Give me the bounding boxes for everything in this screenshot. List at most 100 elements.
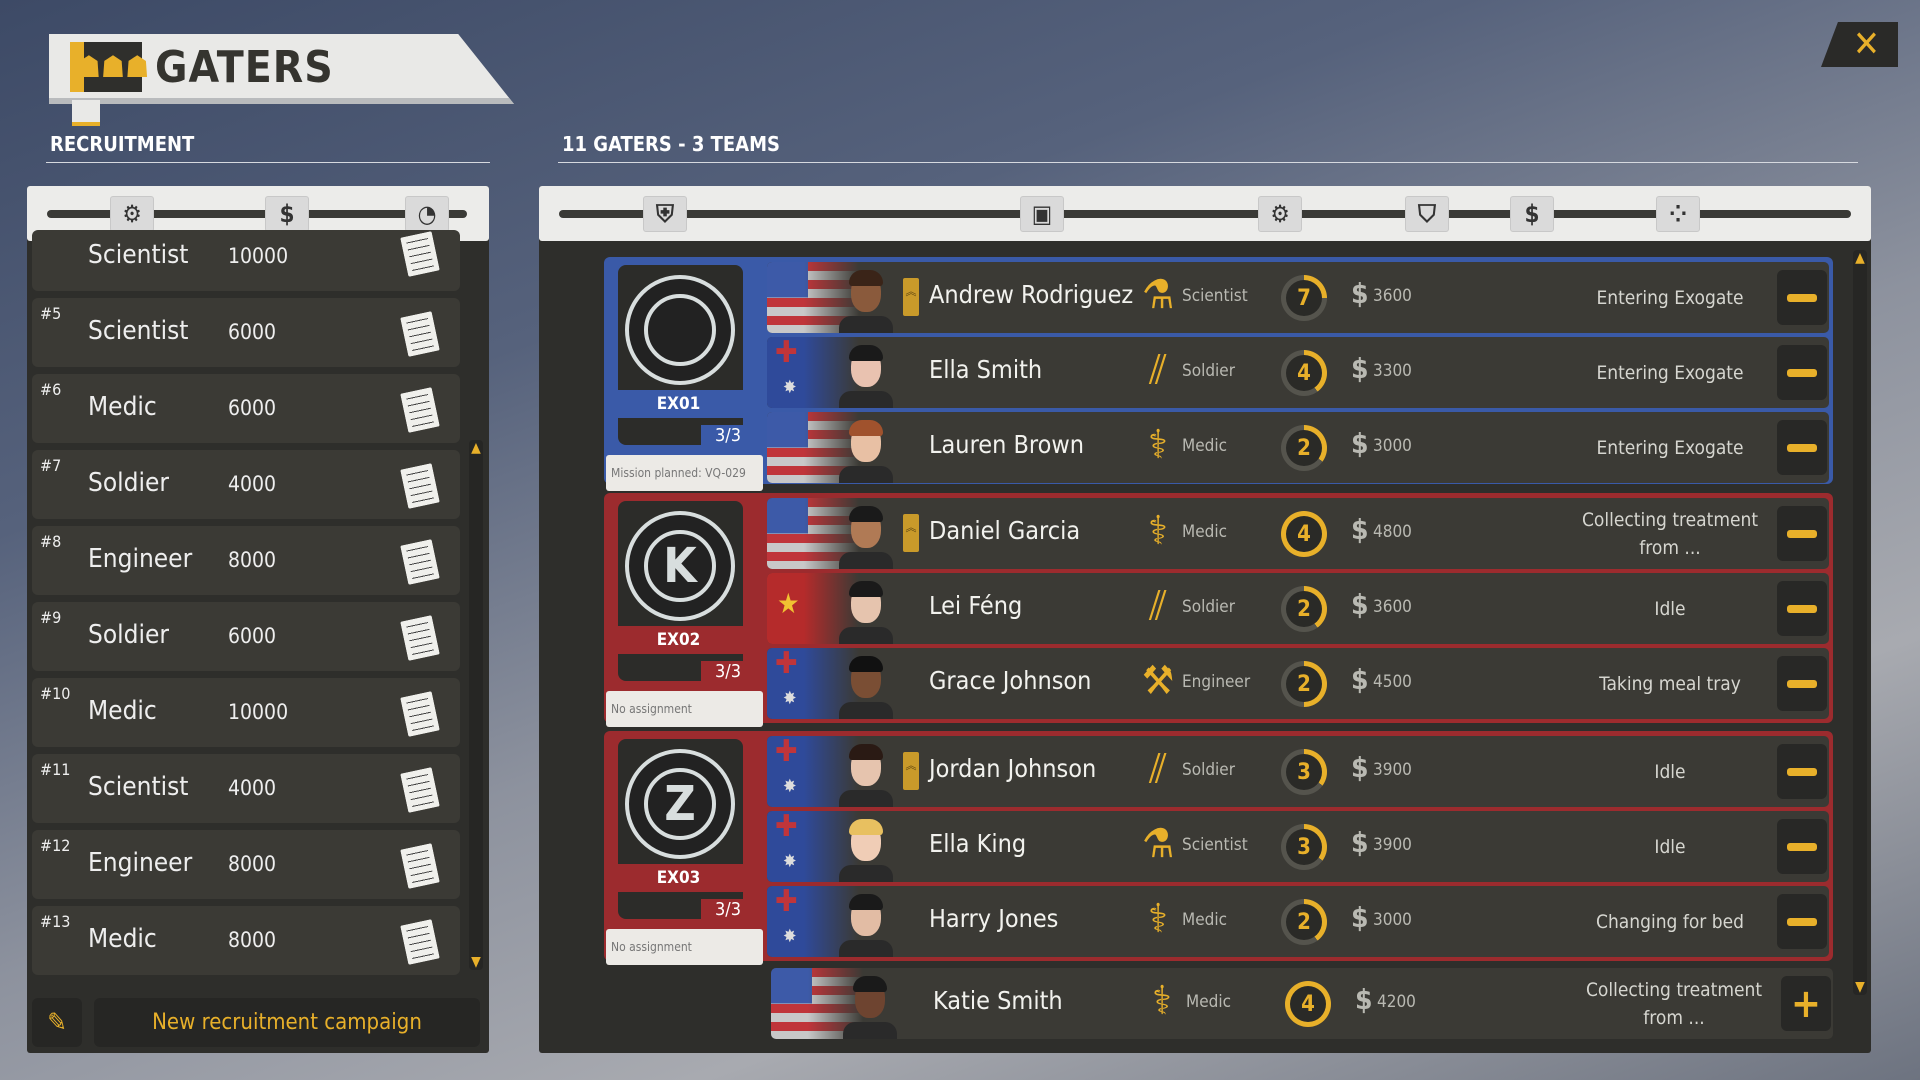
clear-button[interactable]: ✎ xyxy=(32,998,82,1047)
gater-row[interactable]: Lei Féng ⫽ Soldier 2 $3600 Idle xyxy=(767,573,1829,644)
contract-icon[interactable] xyxy=(400,463,440,509)
recruit-row[interactable]: #5 Scientist 6000 xyxy=(32,298,460,367)
contract-icon[interactable] xyxy=(400,691,440,737)
recruit-row[interactable]: #13 Medic 8000 xyxy=(32,906,460,975)
recruit-number: #12 xyxy=(40,836,71,855)
contract-icon[interactable] xyxy=(400,843,440,889)
dollar-icon: $ xyxy=(1351,427,1369,460)
gater-row[interactable]: Harry Jones ⚕ Medic 2 $3000 Changing for bed xyxy=(767,886,1829,957)
close-button[interactable]: ✕ xyxy=(1821,22,1898,67)
recruit-row[interactable]: #6 Medic 6000 xyxy=(32,374,460,443)
gater-name: Grace Johnson xyxy=(929,666,1092,695)
gater-row[interactable]: ︽ Daniel Garcia ⚕ Medic 4 $4800 Collecting tre… xyxy=(767,498,1829,569)
scroll-up-icon[interactable]: ▲ xyxy=(1853,250,1867,266)
recruit-row[interactable]: #8 Engineer 8000 xyxy=(32,526,460,595)
gater-status: Collecting treatment from ... xyxy=(1585,978,1763,1029)
remove-from-team-button[interactable] xyxy=(1777,506,1827,561)
team-emblem-icon xyxy=(625,275,735,385)
recruit-row[interactable]: #12 Engineer 8000 xyxy=(32,830,460,899)
gater-status: Entering Exogate xyxy=(1596,286,1744,309)
recruit-row[interactable]: #10 Medic 10000 xyxy=(32,678,460,747)
recruit-row[interactable]: #11 Scientist 4000 xyxy=(32,754,460,823)
avatar xyxy=(837,418,895,483)
status-icon[interactable]: ⁘ xyxy=(1656,196,1700,232)
team-group-ex03: Z EX03 3/3 No assignment ︽ Jordan Johnson ⫽ Sol… xyxy=(604,731,1833,965)
dollar-icon[interactable]: $ xyxy=(265,196,309,232)
gater-row[interactable]: Ella King ⚗ Scientist 3 $3900 Idle xyxy=(767,811,1829,882)
scroll-down-icon[interactable]: ▼ xyxy=(1853,979,1867,995)
avatar-hair xyxy=(849,506,883,522)
recruit-row[interactable]: Scientist 10000 xyxy=(32,230,460,291)
gater-row[interactable]: ︽ Jordan Johnson ⫽ Soldier 3 $3900 Idle xyxy=(767,736,1829,807)
remove-from-team-button[interactable] xyxy=(1777,744,1827,799)
level-ring: 4 xyxy=(1281,511,1327,557)
remove-from-team-button[interactable] xyxy=(1777,345,1827,400)
recruit-cost: 8000 xyxy=(228,928,277,952)
add-to-team-button[interactable]: + xyxy=(1781,976,1831,1031)
gear-icon[interactable]: ⚙ xyxy=(110,196,154,232)
medic-class-icon: ⚕ xyxy=(1148,422,1168,468)
salary-icon[interactable]: $ xyxy=(1510,196,1554,232)
gater-salary: 3900 xyxy=(1373,835,1412,855)
recruit-row[interactable]: #7 Soldier 4000 xyxy=(32,450,460,519)
portrait-icon[interactable]: ▣ xyxy=(1020,196,1064,232)
gater-salary: 3000 xyxy=(1373,910,1412,930)
remove-from-team-button[interactable] xyxy=(1777,894,1827,949)
dollar-icon: $ xyxy=(1351,352,1369,385)
shield-icon[interactable]: ⛉ xyxy=(1405,196,1449,232)
recruitment-scrollbar[interactable]: ▲ ▼ xyxy=(469,440,483,970)
gater-row[interactable]: Katie Smith ⚕ Medic 4 $4200 Collecting treatm… xyxy=(771,968,1833,1039)
team-badge[interactable]: K EX02 3/3 No assignment xyxy=(606,501,763,727)
gater-salary: 4200 xyxy=(1377,992,1416,1012)
recruit-row[interactable]: #9 Soldier 6000 xyxy=(32,602,460,671)
team-count: 3/3 xyxy=(701,425,755,447)
dollar-icon: $ xyxy=(1351,901,1369,934)
level-ring: 4 xyxy=(1281,350,1327,396)
gater-level: 2 xyxy=(1286,591,1322,627)
remove-from-team-button[interactable] xyxy=(1777,270,1827,325)
gater-level: 3 xyxy=(1286,754,1322,790)
gater-class: Medic xyxy=(1182,522,1227,542)
recruit-role: Medic xyxy=(88,696,157,726)
remove-from-team-button[interactable] xyxy=(1777,819,1827,874)
gater-row[interactable]: Ella Smith ⫽ Soldier 4 $3300 Entering Exogate xyxy=(767,337,1829,408)
recruit-role: Engineer xyxy=(88,544,193,574)
gear-icon[interactable]: ⚙ xyxy=(1258,196,1302,232)
team-count: 3/3 xyxy=(701,899,755,921)
avatar-body xyxy=(839,627,893,644)
contract-icon[interactable] xyxy=(400,539,440,585)
minus-icon xyxy=(1787,842,1817,851)
team-emblem-icon: K xyxy=(625,511,735,621)
timer-icon[interactable]: ◔ xyxy=(405,196,449,232)
brush-icon: ✎ xyxy=(47,1007,67,1038)
level-ring: 2 xyxy=(1281,899,1327,945)
new-recruitment-campaign-button[interactable]: New recruitment campaign xyxy=(94,998,480,1047)
gater-row[interactable]: Grace Johnson ⚒ Engineer 2 $4500 Taking meal … xyxy=(767,648,1829,719)
contract-icon[interactable] xyxy=(400,615,440,661)
contract-icon[interactable] xyxy=(400,767,440,813)
avatar xyxy=(837,343,895,408)
scroll-down-icon[interactable]: ▼ xyxy=(469,954,483,970)
scientist-class-icon: ⚗ xyxy=(1141,272,1175,318)
gater-class: Scientist xyxy=(1182,286,1248,306)
scroll-up-icon[interactable]: ▲ xyxy=(469,440,483,456)
team-group-ex02: K EX02 3/3 No assignment ︽ Daniel Garcia ⚕ Medi… xyxy=(604,493,1833,727)
contract-icon[interactable] xyxy=(400,311,440,357)
remove-from-team-button[interactable] xyxy=(1777,656,1827,711)
gater-row[interactable]: Lauren Brown ⚕ Medic 2 $3000 Entering Exogate xyxy=(767,412,1829,483)
team-emblem-icon: Z xyxy=(625,749,735,859)
contract-icon[interactable] xyxy=(400,231,440,277)
gater-salary: 3900 xyxy=(1373,760,1412,780)
recruit-cost: 6000 xyxy=(228,624,277,648)
avatar-hair xyxy=(849,744,883,760)
roster-scrollbar[interactable]: ▲ ▼ xyxy=(1853,250,1867,995)
team-badge[interactable]: Z EX03 3/3 No assignment xyxy=(606,739,763,965)
contract-icon[interactable] xyxy=(400,919,440,965)
contract-icon[interactable] xyxy=(400,387,440,433)
gater-row[interactable]: ︽ Andrew Rodriguez ⚗ Scientist 7 $3600 Enterin… xyxy=(767,262,1829,333)
remove-from-team-button[interactable] xyxy=(1777,581,1827,636)
team-icon[interactable]: ⛨ xyxy=(643,196,687,232)
team-badge[interactable]: EX01 3/3 Mission planned: VQ-029 xyxy=(606,265,763,491)
avatar-body xyxy=(839,466,893,483)
remove-from-team-button[interactable] xyxy=(1777,420,1827,475)
